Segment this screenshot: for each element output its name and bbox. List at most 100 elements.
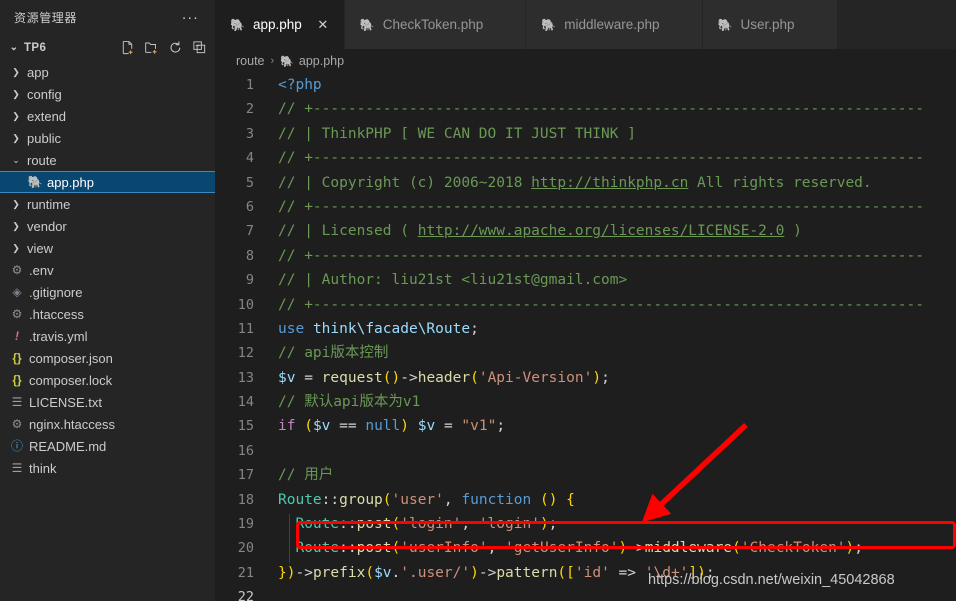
code-line-6[interactable]: 6// +-----------------------------------…: [215, 195, 956, 219]
tree-item-think[interactable]: ☰think: [0, 457, 215, 479]
chevron-right-icon[interactable]: ❯: [8, 111, 24, 122]
line-number: 17: [215, 463, 267, 487]
chevron-right-icon[interactable]: ❯: [8, 133, 24, 144]
explorer-title: 资源管理器: [14, 9, 178, 26]
code-line-13[interactable]: 13$v = request()->header('Api-Version');: [215, 366, 956, 390]
chevron-right-icon[interactable]: ❯: [8, 67, 24, 78]
tree-item-app-php[interactable]: 🐘app.php: [0, 171, 215, 193]
info-file-icon: ⓘ: [8, 440, 26, 452]
more-actions-icon[interactable]: ...: [178, 10, 203, 26]
line-number: 21: [215, 561, 267, 585]
breadcrumb-folder[interactable]: route: [236, 54, 265, 68]
collapse-all-icon[interactable]: [192, 40, 207, 55]
line-number: 18: [215, 488, 267, 512]
tree-item-runtime[interactable]: ❯runtime: [0, 193, 215, 215]
breadcrumb-file[interactable]: app.php: [299, 54, 344, 68]
tree-item-nginx-htaccess[interactable]: ⚙nginx.htaccess: [0, 413, 215, 435]
code-line-text: // | Licensed ( http://www.apache.org/li…: [267, 219, 956, 243]
php-file-icon: 🐘: [360, 18, 375, 32]
new-file-icon[interactable]: [120, 40, 135, 55]
line-number: 2: [215, 97, 267, 121]
code-line-text: use think\facade\Route;: [267, 317, 956, 341]
explorer-sidebar: 资源管理器 ... ⌄ TP6 ❯app❯config❯ext: [0, 0, 215, 601]
line-number: 15: [215, 414, 267, 438]
tree-item-view[interactable]: ❯view: [0, 237, 215, 259]
chevron-right-icon[interactable]: ❯: [8, 221, 24, 232]
php-file-icon: 🐘: [718, 18, 733, 32]
tree-item-public[interactable]: ❯public: [0, 127, 215, 149]
tree-item--travis-yml[interactable]: !.travis.yml: [0, 325, 215, 347]
php-file-icon: 🐘: [280, 55, 294, 68]
code-line-14[interactable]: 14// 默认api版本为v1: [215, 390, 956, 414]
chevron-right-icon[interactable]: ❯: [8, 199, 24, 210]
editor-tab-user-php[interactable]: 🐘User.php✕: [703, 0, 838, 49]
file-tree: ❯app❯config❯extend❯public⌄route🐘app.php❯…: [0, 60, 215, 479]
line-number: 5: [215, 171, 267, 195]
tree-item--env[interactable]: ⚙.env: [0, 259, 215, 281]
tree-item-app[interactable]: ❯app: [0, 61, 215, 83]
code-line-3[interactable]: 3// | ThinkPHP [ WE CAN DO IT JUST THINK…: [215, 122, 956, 146]
editor-tab-checktoken-php[interactable]: 🐘CheckToken.php✕: [345, 0, 527, 49]
json-file-icon: {}: [8, 352, 26, 364]
code-line-15[interactable]: 15if ($v == null) $v = "v1";: [215, 414, 956, 438]
tree-item-label: public: [27, 131, 61, 146]
code-line-text: // +------------------------------------…: [267, 293, 956, 317]
tree-item--gitignore[interactable]: ◈.gitignore: [0, 281, 215, 303]
code-line-4[interactable]: 4// +-----------------------------------…: [215, 146, 956, 170]
watermark-text: https://blog.csdn.net/weixin_45042868: [648, 572, 895, 588]
code-line-10[interactable]: 10// +----------------------------------…: [215, 293, 956, 317]
code-line-12[interactable]: 12// api版本控制: [215, 341, 956, 365]
tree-item-config[interactable]: ❯config: [0, 83, 215, 105]
breadcrumb: route › 🐘 app.php: [215, 49, 956, 73]
tree-item--htaccess[interactable]: ⚙.htaccess: [0, 303, 215, 325]
code-line-1[interactable]: 1<?php: [215, 73, 956, 97]
tree-item-label: README.md: [29, 439, 106, 454]
tree-item-vendor[interactable]: ❯vendor: [0, 215, 215, 237]
gear-file-icon: ⚙: [8, 308, 26, 320]
chevron-right-icon[interactable]: ❯: [8, 89, 24, 100]
code-line-18[interactable]: 18Route::group('user', function () {: [215, 488, 956, 512]
project-section-header[interactable]: ⌄ TP6: [0, 35, 215, 60]
code-line-text: // | ThinkPHP [ WE CAN DO IT JUST THINK …: [267, 122, 956, 146]
editor-pane: 🐘app.php✕🐘CheckToken.php✕🐘middleware.php…: [215, 0, 956, 601]
json-file-icon: {}: [8, 374, 26, 386]
chevron-right-icon[interactable]: ❯: [8, 243, 24, 254]
tree-item-readme-md[interactable]: ⓘREADME.md: [0, 435, 215, 457]
line-number: 6: [215, 195, 267, 219]
tree-item-license-txt[interactable]: ☰LICENSE.txt: [0, 391, 215, 413]
tree-item-composer-json[interactable]: {}composer.json: [0, 347, 215, 369]
code-line-17[interactable]: 17// 用户: [215, 463, 956, 487]
php-file-icon: 🐘: [541, 18, 556, 32]
code-line-16[interactable]: 16: [215, 439, 956, 463]
line-number: 3: [215, 122, 267, 146]
editor-tab-middleware-php[interactable]: 🐘middleware.php✕: [526, 0, 702, 49]
code-line-8[interactable]: 8// +-----------------------------------…: [215, 244, 956, 268]
new-folder-icon[interactable]: [144, 40, 159, 55]
tree-item-label: runtime: [27, 197, 70, 212]
tree-item-extend[interactable]: ❯extend: [0, 105, 215, 127]
tree-item-route[interactable]: ⌄route: [0, 149, 215, 171]
tab-bar-filler: [838, 0, 956, 49]
code-line-text: $v = request()->header('Api-Version');: [267, 366, 956, 390]
code-line-9[interactable]: 9// | Author: liu21st <liu21st@gmail.com…: [215, 268, 956, 292]
editor-tab-bar: 🐘app.php✕🐘CheckToken.php✕🐘middleware.php…: [215, 0, 956, 49]
line-number: 9: [215, 268, 267, 292]
tree-item-label: composer.lock: [29, 373, 112, 388]
php-file-icon: 🐘: [26, 176, 44, 188]
code-line-text: // | Author: liu21st <liu21st@gmail.com>: [267, 268, 956, 292]
code-line-7[interactable]: 7// | Licensed ( http://www.apache.org/l…: [215, 219, 956, 243]
code-line-5[interactable]: 5// | Copyright (c) 2006~2018 http://thi…: [215, 171, 956, 195]
refresh-icon[interactable]: [168, 40, 183, 55]
code-line-text: // 用户: [267, 463, 956, 487]
code-line-2[interactable]: 2// +-----------------------------------…: [215, 97, 956, 121]
editor-tab-app-php[interactable]: 🐘app.php✕: [215, 0, 345, 49]
code-line-11[interactable]: 11use think\facade\Route;: [215, 317, 956, 341]
tree-item-composer-lock[interactable]: {}composer.lock: [0, 369, 215, 391]
chevron-down-icon[interactable]: ⌄: [8, 155, 24, 166]
chevron-down-icon[interactable]: ⌄: [6, 42, 22, 53]
excl-file-icon: !: [8, 330, 26, 342]
close-icon[interactable]: ✕: [316, 18, 330, 31]
line-number: 22: [215, 585, 267, 601]
indent-guide: [289, 514, 290, 538]
tree-item-label: .htaccess: [29, 307, 84, 322]
